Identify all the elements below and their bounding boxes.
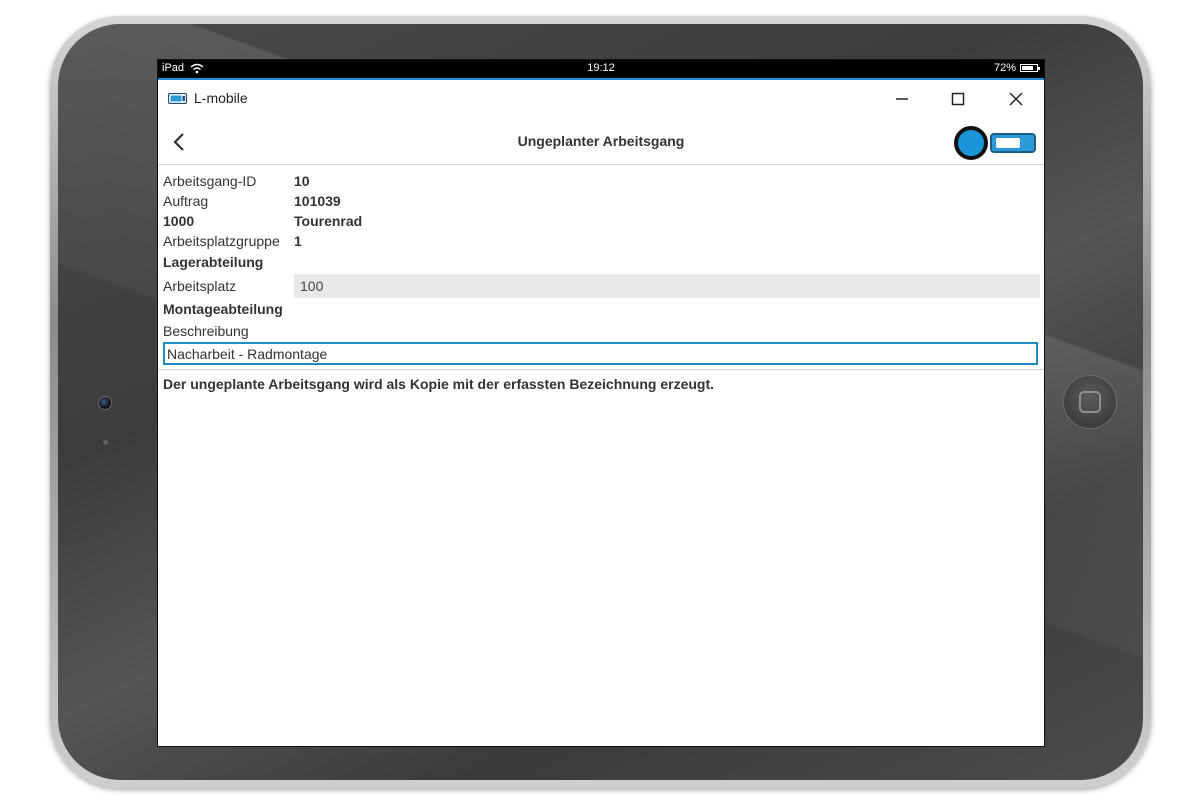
window-titlebar: L-mobile — [158, 80, 1044, 120]
row-workplace: Arbeitsplatz 100 — [163, 274, 1040, 298]
home-button[interactable] — [1063, 375, 1117, 429]
divider — [158, 369, 1044, 370]
workgroup-name: Lagerabteilung — [163, 254, 264, 270]
close-icon — [1009, 92, 1023, 106]
order-value: 101039 — [294, 193, 341, 209]
order-label: Auftrag — [163, 193, 209, 209]
battery-icon — [1020, 64, 1040, 72]
page-header: Ungeplanter Arbeitsgang — [158, 120, 1044, 165]
battery-percent: 72% — [993, 62, 1016, 74]
row-order: Auftrag 101039 — [163, 191, 1040, 211]
details-panel: Arbeitsgang-ID 10 Auftrag 101039 1000 To… — [158, 165, 1044, 392]
workgroup-label: Arbeitsplatzgruppe — [163, 233, 280, 249]
sensor — [103, 440, 108, 445]
info-message: Der ungeplante Arbeitsgang wird als Kopi… — [163, 376, 715, 392]
status-bar: iPad 19:12 72% — [158, 60, 1044, 78]
workplace-label: Arbeitsplatz — [163, 278, 237, 294]
workplace-field: 100 — [294, 274, 1040, 298]
app-logo-icon — [168, 93, 187, 104]
article-number: 1000 — [163, 213, 195, 229]
operation-id-label: Arbeitsgang-ID — [163, 173, 257, 189]
toggle-knob — [954, 126, 988, 160]
row-article: 1000 Tourenrad — [163, 211, 1040, 231]
minimize-button[interactable] — [882, 84, 922, 114]
mode-toggle[interactable] — [954, 126, 1040, 160]
row-workgroup: Arbeitsplatzgruppe 1 — [163, 231, 1040, 251]
status-time: 19:12 — [587, 62, 615, 74]
page-title: Ungeplanter Arbeitsgang — [517, 133, 685, 149]
description-input[interactable] — [163, 342, 1038, 365]
maximize-button[interactable] — [938, 84, 978, 114]
minimize-icon — [896, 98, 908, 100]
app-title: L-mobile — [194, 90, 248, 106]
operation-id-value: 10 — [294, 173, 310, 189]
article-name: Tourenrad — [294, 213, 363, 229]
close-button[interactable] — [996, 84, 1036, 114]
screen: iPad 19:12 72% L-mobile Ungeplanter Arbe… — [157, 59, 1045, 747]
camera-icon — [98, 396, 112, 410]
workplace-name: Montageabteilung — [163, 301, 283, 317]
description-label: Beschreibung — [163, 323, 249, 339]
home-square-icon — [1079, 391, 1101, 413]
workgroup-value: 1 — [294, 233, 302, 249]
row-operation-id: Arbeitsgang-ID 10 — [163, 171, 1040, 191]
maximize-icon — [951, 92, 965, 106]
